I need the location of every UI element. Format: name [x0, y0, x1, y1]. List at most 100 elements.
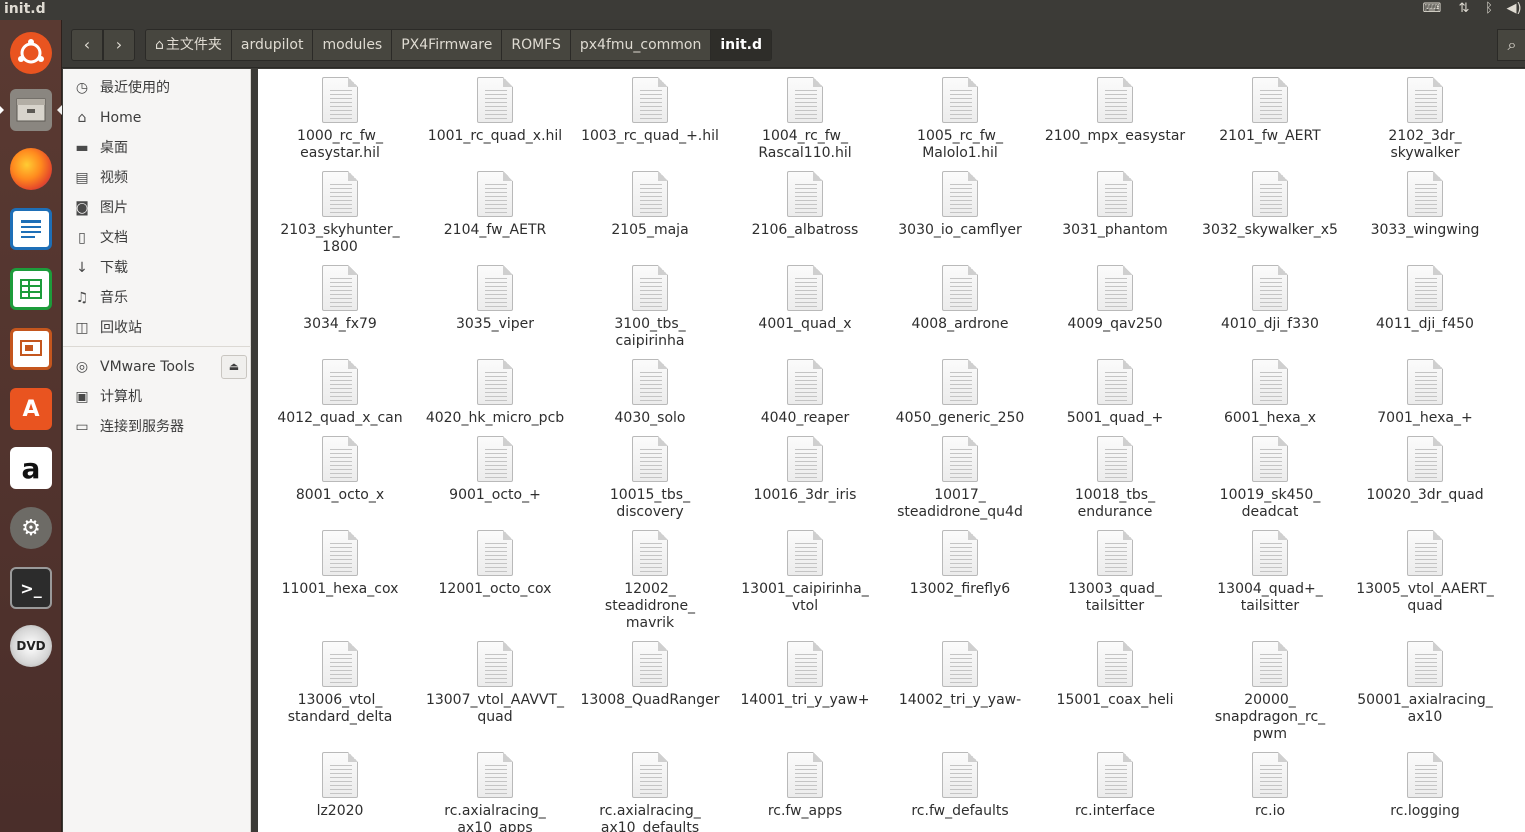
file-item[interactable]: 2100_mpx_easystar	[1040, 77, 1190, 145]
file-item[interactable]: rc.axialracing_ ax10_defaults	[575, 752, 725, 832]
network-icon[interactable]: ⇅	[1453, 0, 1475, 20]
file-item[interactable]: 20000_ snapdragon_rc_ pwm	[1195, 641, 1345, 743]
file-item[interactable]: 4050_generic_250	[885, 359, 1035, 427]
file-item[interactable]: 15001_coax_heli	[1040, 641, 1190, 709]
dvd-icon[interactable]: DVD	[6, 621, 56, 671]
file-item[interactable]: 3030_io_camflyer	[885, 171, 1035, 239]
file-item[interactable]: 4011_dji_f450	[1350, 265, 1500, 333]
file-item[interactable]: 10018_tbs_ endurance	[1040, 436, 1190, 521]
file-item[interactable]: 10019_sk450_ deadcat	[1195, 436, 1345, 521]
file-item[interactable]: 13008_QuadRanger	[575, 641, 725, 709]
sidebar-item-trash[interactable]: ◫ 回收站	[63, 313, 251, 343]
amazon-icon[interactable]: a	[6, 443, 56, 493]
file-item[interactable]: 4001_quad_x	[730, 265, 880, 333]
eject-button[interactable]: ⏏	[221, 355, 247, 379]
breadcrumb-item[interactable]: ROMFS	[502, 30, 571, 60]
file-item[interactable]: 4020_hk_micro_pcb	[420, 359, 570, 427]
file-item[interactable]: 3032_skywalker_x5	[1195, 171, 1345, 239]
file-item[interactable]: 11001_hexa_cox	[265, 530, 415, 598]
file-item[interactable]: 4010_dji_f330	[1195, 265, 1345, 333]
sidebar-item-computer[interactable]: ▣ 计算机	[63, 382, 251, 412]
file-item[interactable]: rc.interface	[1040, 752, 1190, 820]
breadcrumb-item[interactable]: modules	[313, 30, 393, 60]
volume-icon[interactable]: ◀)	[1503, 0, 1525, 20]
file-item[interactable]: 50001_axialracing_ ax10	[1350, 641, 1500, 726]
file-item[interactable]: 2106_albatross	[730, 171, 880, 239]
breadcrumb-home[interactable]: ⌂ 主文件夹	[146, 30, 232, 60]
file-item[interactable]: 13004_quad+_ tailsitter	[1195, 530, 1345, 615]
file-item[interactable]: 1003_rc_quad_+.hil	[575, 77, 725, 145]
file-item[interactable]: rc.fw_defaults	[885, 752, 1035, 820]
sidebar-item-desktop[interactable]: ▬ 桌面	[63, 133, 251, 163]
file-item[interactable]: 7001_hexa_+	[1350, 359, 1500, 427]
file-item[interactable]: 12002_ steadidrone_ mavrik	[575, 530, 725, 632]
file-item[interactable]: 10015_tbs_ discovery	[575, 436, 725, 521]
breadcrumb-item[interactable]: ardupilot	[231, 30, 314, 60]
file-item[interactable]: rc.logging	[1350, 752, 1500, 820]
software-center-icon[interactable]: A	[6, 384, 56, 434]
file-item[interactable]: 2102_3dr_ skywalker	[1350, 77, 1500, 162]
file-item[interactable]: 13007_vtol_AAVVT_ quad	[420, 641, 570, 726]
firefox-icon[interactable]	[6, 144, 56, 194]
file-item[interactable]: rc.io	[1195, 752, 1345, 820]
sidebar-item-connect-server[interactable]: ▭ 连接到服务器	[63, 412, 251, 442]
file-item[interactable]: 2104_fw_AETR	[420, 171, 570, 239]
file-item[interactable]: 13003_quad_ tailsitter	[1040, 530, 1190, 615]
sidebar-item-vmware-tools[interactable]: ◎ VMware Tools	[63, 352, 213, 382]
file-item[interactable]: 3033_wingwing	[1350, 171, 1500, 239]
file-item[interactable]: 4030_solo	[575, 359, 725, 427]
breadcrumb-item[interactable]: PX4Firmware	[392, 30, 503, 60]
back-button[interactable]: ‹	[71, 29, 103, 61]
breadcrumb-current[interactable]: init.d	[711, 30, 771, 60]
system-settings-icon[interactable]: ⚙	[6, 503, 56, 553]
file-item[interactable]: 10020_3dr_quad	[1350, 436, 1500, 504]
sidebar-item-pictures[interactable]: ◙ 图片	[63, 193, 251, 223]
sidebar-item-recent[interactable]: ◷ 最近使用的	[63, 73, 251, 103]
search-button[interactable]: ⌕	[1497, 29, 1525, 61]
ubuntu-dash-icon[interactable]	[6, 28, 56, 78]
file-item[interactable]: 8001_octo_x	[265, 436, 415, 504]
file-item[interactable]: 3034_fx79	[265, 265, 415, 333]
file-item[interactable]: 4009_qav250	[1040, 265, 1190, 333]
breadcrumb-item[interactable]: px4fmu_common	[570, 30, 712, 60]
libreoffice-calc-icon[interactable]	[6, 264, 56, 314]
file-item[interactable]: lz2020	[265, 752, 415, 820]
file-item[interactable]: 3100_tbs_ caipirinha	[575, 265, 725, 350]
file-item[interactable]: 13005_vtol_AAERT_ quad	[1350, 530, 1500, 615]
libreoffice-writer-icon[interactable]	[6, 204, 56, 254]
sidebar-item-videos[interactable]: ▤ 视频	[63, 163, 251, 193]
terminal-icon[interactable]: >_	[6, 563, 56, 613]
bluetooth-icon[interactable]: ᛒ	[1478, 0, 1500, 20]
file-item[interactable]: 13006_vtol_ standard_delta	[265, 641, 415, 726]
file-item[interactable]: 14001_tri_y_yaw+	[730, 641, 880, 709]
file-item[interactable]: rc.fw_apps	[730, 752, 880, 820]
file-item[interactable]: 9001_octo_+	[420, 436, 570, 504]
file-item[interactable]: 13001_caipirinha_ vtol	[730, 530, 880, 615]
file-item[interactable]: 6001_hexa_x	[1195, 359, 1345, 427]
file-item[interactable]: 1005_rc_fw_ Malolo1.hil	[885, 77, 1035, 162]
file-item[interactable]: 4040_reaper	[730, 359, 880, 427]
sidebar-item-home[interactable]: ⌂ Home	[63, 103, 251, 133]
file-item[interactable]: 1004_rc_fw_ Rascal110.hil	[730, 77, 880, 162]
file-item[interactable]: 2105_maja	[575, 171, 725, 239]
file-item[interactable]: 10017_ steadidrone_qu4d	[885, 436, 1035, 521]
sidebar-item-downloads[interactable]: ↓ 下载	[63, 253, 251, 283]
file-item[interactable]: 12001_octo_cox	[420, 530, 570, 598]
file-item[interactable]: 4008_ardrone	[885, 265, 1035, 333]
files-icon[interactable]	[6, 85, 56, 135]
file-item[interactable]: 2101_fw_AERT	[1195, 77, 1345, 145]
forward-button[interactable]: ›	[103, 29, 135, 61]
file-item[interactable]: 3035_viper	[420, 265, 570, 333]
file-item[interactable]: 13002_firefly6	[885, 530, 1035, 598]
sidebar-item-documents[interactable]: ▯ 文档	[63, 223, 251, 253]
file-item[interactable]: 1000_rc_fw_ easystar.hil	[265, 77, 415, 162]
libreoffice-impress-icon[interactable]	[6, 324, 56, 374]
keyboard-icon[interactable]: ⌨	[1421, 0, 1443, 20]
file-item[interactable]: 2103_skyhunter_ 1800	[265, 171, 415, 256]
file-item[interactable]: 3031_phantom	[1040, 171, 1190, 239]
sidebar-item-music[interactable]: ♫ 音乐	[63, 283, 251, 313]
file-item[interactable]: 14002_tri_y_yaw-	[885, 641, 1035, 709]
file-item[interactable]: rc.axialracing_ ax10_apps	[420, 752, 570, 832]
file-item[interactable]: 1001_rc_quad_x.hil	[420, 77, 570, 145]
file-item[interactable]: 4012_quad_x_can	[265, 359, 415, 427]
